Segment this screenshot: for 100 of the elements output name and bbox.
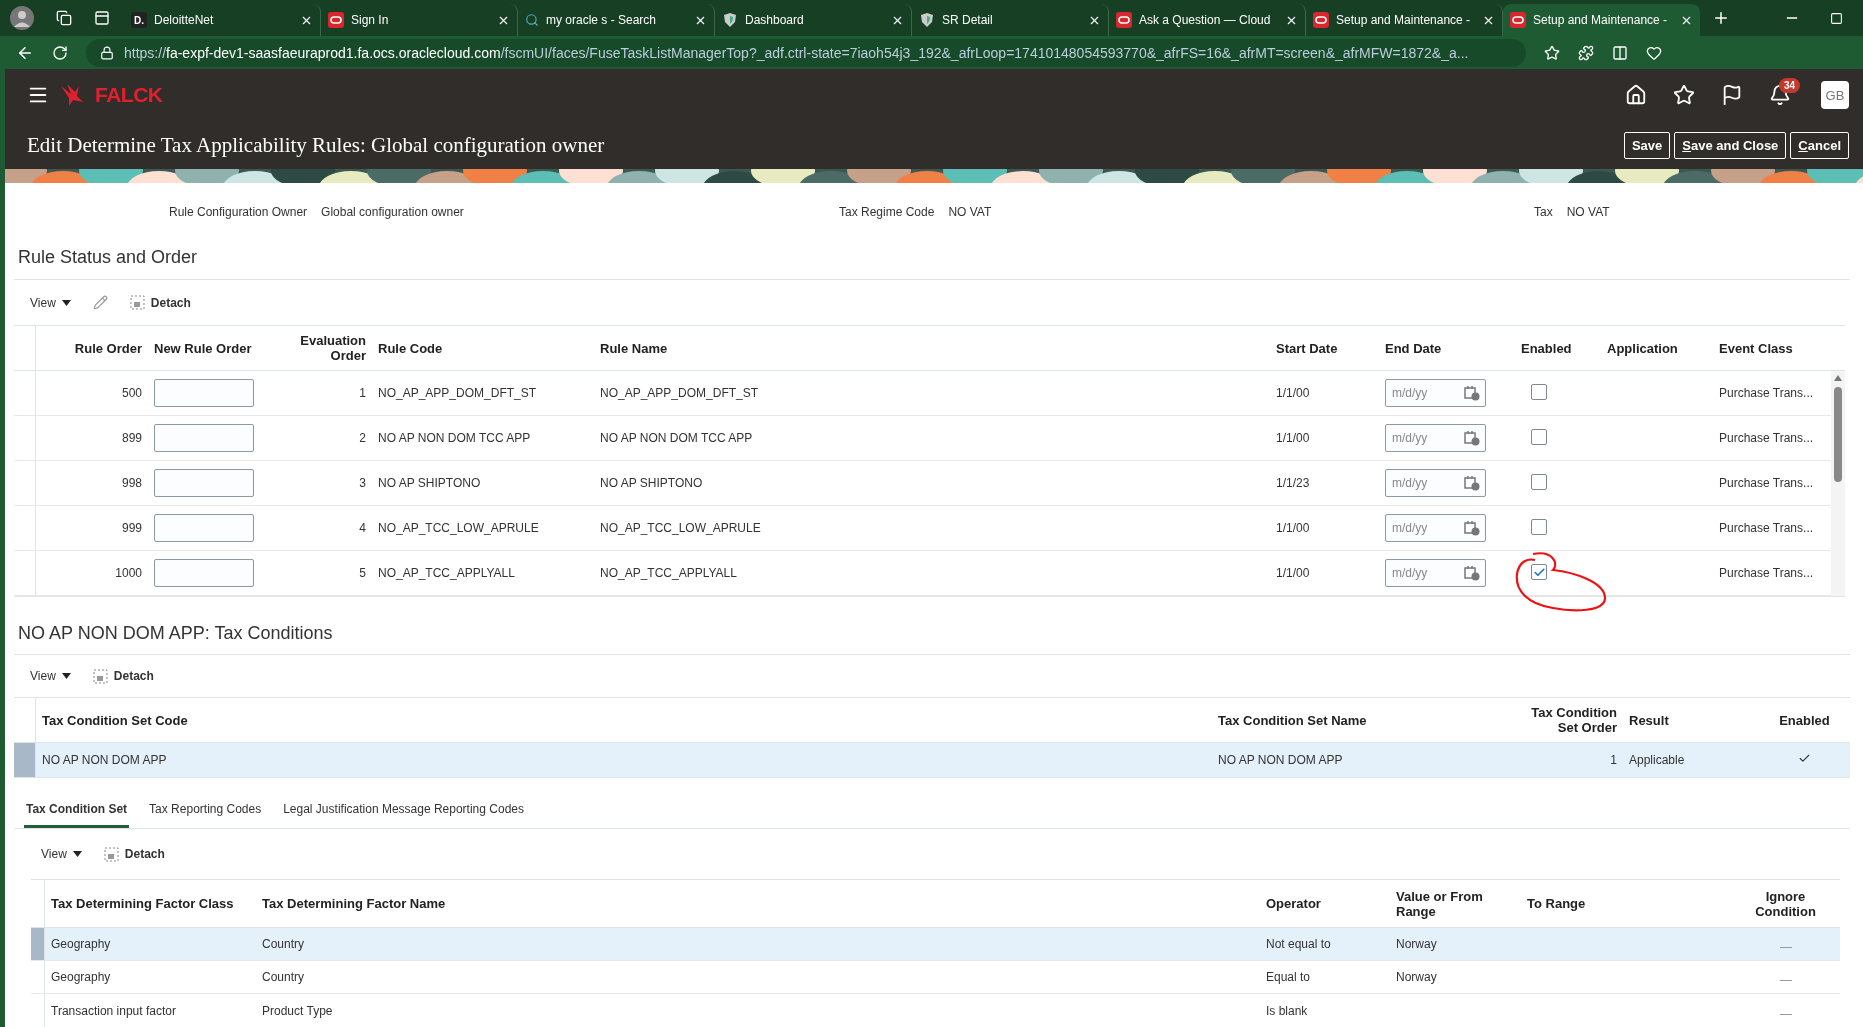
detach-icon xyxy=(103,846,119,862)
table-cell-text: NO AP NON DOM TCC APP xyxy=(377,431,532,445)
search-icon xyxy=(525,13,539,27)
checkbox[interactable] xyxy=(1531,383,1547,400)
input-field[interactable] xyxy=(154,559,254,587)
view-menu[interactable]: View xyxy=(30,295,71,310)
column-header[interactable]: Tax Determining Factor Class xyxy=(45,896,256,911)
health-icon[interactable] xyxy=(1646,44,1662,61)
input-field[interactable] xyxy=(154,379,254,407)
tab[interactable]: Tax Reporting Codes xyxy=(147,794,264,828)
table-cell-text: 1 xyxy=(1609,753,1618,767)
workspaces-icon[interactable] xyxy=(56,10,72,26)
table-cell-text: NO AP SHIPTONO xyxy=(377,476,482,490)
table-row[interactable]: Geography Country Not equal to Norway xyxy=(31,928,1840,961)
scrollbar[interactable] xyxy=(1831,371,1845,596)
profile-avatar[interactable] xyxy=(10,6,34,30)
table-cell-text: Transaction input factor xyxy=(50,1003,177,1018)
column-header[interactable]: Event Class xyxy=(1713,340,1827,356)
column-header[interactable]: Rule Order xyxy=(36,340,148,356)
header-button[interactable]: Cancel xyxy=(1790,131,1849,159)
checkbox[interactable] xyxy=(1531,473,1547,490)
calendar-icon[interactable] xyxy=(1464,520,1480,536)
column-header[interactable]: Tax Condition Set Order xyxy=(1512,705,1623,735)
tab[interactable]: Tax Condition Set xyxy=(24,794,130,828)
user-avatar[interactable]: GB xyxy=(1821,81,1849,109)
date-field[interactable]: m/d/yy xyxy=(1385,379,1486,407)
calendar-icon[interactable] xyxy=(1464,430,1480,446)
column-header[interactable]: Rule Name xyxy=(594,340,1270,356)
header-button[interactable]: Save and Close xyxy=(1674,131,1787,159)
input-field[interactable] xyxy=(154,424,254,452)
column-header[interactable]: Rule Code xyxy=(372,340,594,356)
date-field[interactable]: m/d/yy xyxy=(1385,559,1486,587)
column-header[interactable]: Application xyxy=(1601,340,1713,356)
table-row[interactable]: NO AP NON DOM APP NO AP NON DOM APP 1 Applicable xyxy=(14,743,1850,777)
checkbox[interactable] xyxy=(1531,564,1547,581)
maximize-icon[interactable] xyxy=(1830,11,1843,25)
column-header[interactable]: Result xyxy=(1623,712,1759,728)
calendar-icon[interactable] xyxy=(1464,475,1480,491)
column-header[interactable]: Value or From Range xyxy=(1390,888,1521,919)
tab-actions-icon[interactable] xyxy=(94,10,110,26)
section-title: Rule Status and Order xyxy=(14,241,1850,280)
split-screen-icon[interactable] xyxy=(1612,44,1628,61)
favorites-icon[interactable] xyxy=(1673,84,1695,106)
table-row[interactable]: Geography Country Equal to Norway xyxy=(31,961,1840,994)
column-header[interactable]: Enabled xyxy=(1759,712,1850,728)
column-header[interactable]: Enabled xyxy=(1515,340,1601,356)
view-menu[interactable]: View xyxy=(30,669,71,683)
date-field[interactable]: m/d/yy xyxy=(1385,469,1486,497)
date-field[interactable]: m/d/yy xyxy=(1385,514,1486,542)
edit-icon[interactable] xyxy=(92,295,108,310)
scrollbar-thumb[interactable] xyxy=(1834,387,1842,482)
view-menu[interactable]: View xyxy=(41,847,82,861)
favorite-icon[interactable] xyxy=(1544,44,1560,61)
table-cell-text: Country xyxy=(261,937,306,951)
date-field[interactable]: m/d/yy xyxy=(1385,424,1486,452)
table-cell-text: 500 xyxy=(120,386,143,400)
header-button[interactable]: Save xyxy=(1623,131,1671,159)
extensions-icon[interactable] xyxy=(1578,44,1594,61)
shield-icon xyxy=(919,12,935,28)
calendar-icon[interactable] xyxy=(1464,385,1480,401)
detach-button[interactable]: Detach xyxy=(92,668,154,684)
detach-button[interactable]: Detach xyxy=(129,295,191,310)
column-header[interactable]: New Rule Order xyxy=(148,340,260,356)
reload-icon[interactable] xyxy=(52,44,68,61)
column-header[interactable]: Tax Condition Set Name xyxy=(1212,712,1512,728)
table-cell-text: NO AP NON DOM APP xyxy=(1217,753,1344,767)
column-header[interactable]: Tax Condition Set Code xyxy=(36,712,1212,728)
detach-icon xyxy=(92,668,108,684)
column-header[interactable]: Ignore Condition xyxy=(1731,888,1840,919)
input-field[interactable] xyxy=(154,469,254,497)
column-header[interactable]: End Date xyxy=(1379,340,1515,356)
input-field[interactable] xyxy=(154,514,254,542)
field-label: Tax Regime Code xyxy=(839,205,935,219)
table-cell-text: Product Type xyxy=(261,1003,334,1018)
home-icon[interactable] xyxy=(1625,84,1647,106)
table-cell-text: NO_AP_TCC_APPLYALL xyxy=(599,566,738,580)
detach-icon xyxy=(129,295,145,310)
flag-icon[interactable] xyxy=(1721,84,1743,106)
table-cell-text: 4 xyxy=(358,521,367,535)
new-tab-icon[interactable] xyxy=(1712,9,1730,27)
column-header[interactable]: To Range xyxy=(1521,896,1731,911)
column-header[interactable]: Operator xyxy=(1260,896,1390,911)
browser-tab[interactable]: Setup and Maintenance - xyxy=(1503,4,1700,36)
table-cell-text: 999 xyxy=(120,521,143,535)
scroll-up-icon[interactable] xyxy=(1834,375,1842,381)
tab[interactable]: Legal Justification Message Reporting Codes xyxy=(281,794,526,828)
checkbox[interactable] xyxy=(1531,518,1547,535)
column-header[interactable]: Tax Determining Factor Name xyxy=(256,896,1260,911)
table-row[interactable]: Transaction input factor Product Type Is blank xyxy=(31,994,1840,1027)
column-header[interactable]: Evaluation Order xyxy=(260,333,372,363)
detach-button[interactable]: Detach xyxy=(103,846,165,862)
table-cell-text: 1/1/00 xyxy=(1275,521,1311,535)
table-cell-text: Not equal to xyxy=(1265,937,1332,951)
table-cell-text: Equal to xyxy=(1265,970,1312,984)
checkbox[interactable] xyxy=(1531,428,1547,445)
address-bar[interactable]: https://fa-expf-dev1-saasfaeuraprod1.fa.ocs.oraclecloud.com/fscmUI/faces/FuseTaskListManagerTop?_adf.ctrl-state=7iaoh54j3_192&_afrLoop=17410148054593770&_afrFS=16&_afrMT=screen&_afrMFW=1872&_a... xyxy=(86,38,1526,67)
calendar-icon[interactable] xyxy=(1464,565,1480,581)
table-cell-text: 1/1/00 xyxy=(1275,386,1311,400)
column-header[interactable]: Start Date xyxy=(1270,340,1379,356)
table-cell-text: Purchase Trans... xyxy=(1718,431,1815,445)
